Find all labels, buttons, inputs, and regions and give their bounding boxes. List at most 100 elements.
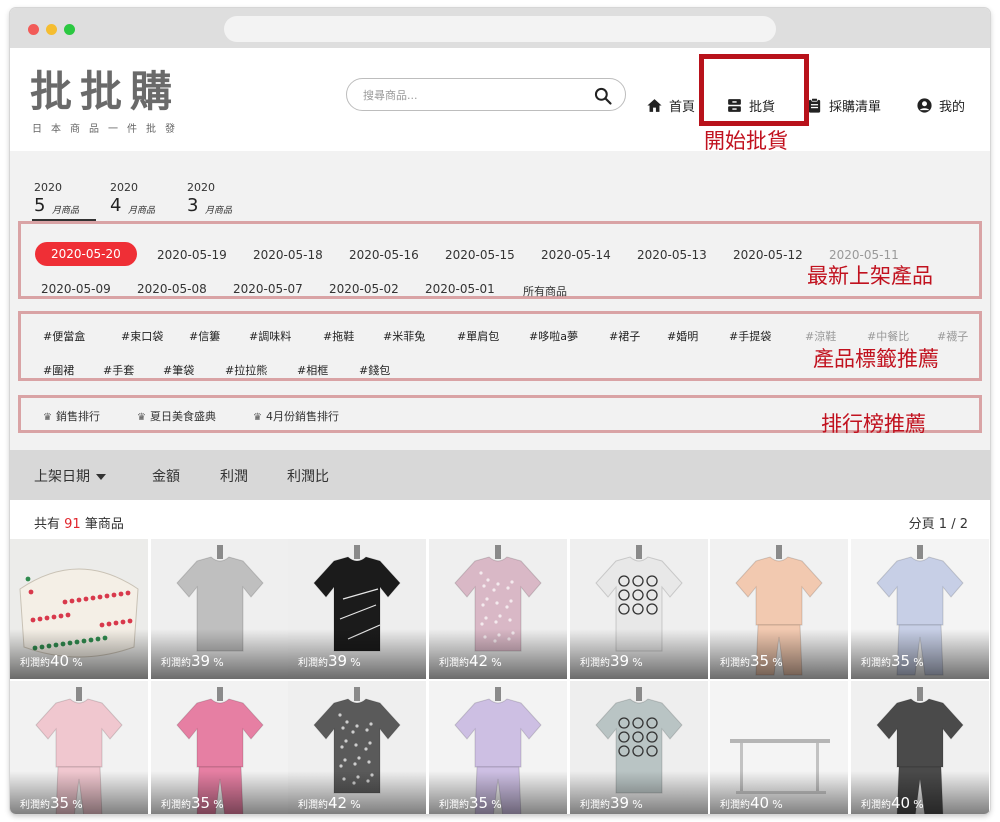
tag-link[interactable]: #襪子 [937, 328, 968, 344]
product-card[interactable]: 利潤約39 % [288, 539, 426, 679]
product-profit-badge: 利潤約35 % [20, 794, 83, 812]
close-window-dot[interactable] [28, 24, 39, 35]
sort-by-amount[interactable]: 金額 [152, 466, 180, 486]
tag-link[interactable]: #圍裙 [43, 362, 74, 378]
tag-link[interactable]: #拉拉熊 [225, 362, 267, 378]
tag-link[interactable]: #涼鞋 [805, 328, 836, 344]
nav-home-label: 首頁 [669, 99, 696, 115]
ranking-link[interactable]: ♛ 夏日美食盛典 [137, 408, 216, 424]
date-chip[interactable]: 2020-05-08 [137, 282, 207, 296]
month-tab-2020-5[interactable]: 2020 5 月商品 [32, 181, 96, 221]
ranking-label: 銷售排行 [55, 410, 100, 423]
crown-icon: ♛ [137, 412, 146, 423]
date-chip[interactable]: 2020-05-14 [541, 248, 611, 262]
ranking-label: 夏日美食盛典 [149, 410, 216, 423]
pagination[interactable]: 分頁 1 / 2 [909, 513, 968, 532]
tag-link[interactable]: #哆啦a夢 [529, 328, 578, 344]
sort-by-date[interactable]: 上架日期 [34, 466, 106, 486]
minimize-window-dot[interactable] [46, 24, 57, 35]
profit-unit: % [350, 656, 361, 669]
product-card[interactable]: 利潤約42 % [429, 539, 567, 679]
date-chip[interactable]: 2020-05-13 [637, 248, 707, 262]
tag-link[interactable]: #相框 [297, 362, 328, 378]
date-chip[interactable]: 2020-05-16 [349, 248, 419, 262]
profit-value: 40 [891, 794, 911, 812]
date-chip[interactable]: 2020-05-12 [733, 248, 803, 262]
date-chip[interactable]: 2020-05-07 [233, 282, 303, 296]
tag-link[interactable]: #婚明 [667, 328, 698, 344]
profit-label: 利潤約 [580, 800, 610, 811]
product-card[interactable]: 利潤約40 % [710, 681, 848, 814]
product-profit-badge: 利潤約39 % [161, 652, 224, 670]
tag-link[interactable]: #單肩包 [457, 328, 499, 344]
tag-link[interactable]: #裙子 [609, 328, 640, 344]
profit-label: 利潤約 [20, 800, 50, 811]
nav-purchase-list[interactable]: 採購清單 [806, 94, 881, 116]
tag-link[interactable]: #米菲兔 [383, 328, 425, 344]
date-chip[interactable]: 2020-05-01 [425, 282, 495, 296]
tag-link[interactable]: #筆袋 [163, 362, 194, 378]
result-count-prefix: 共有 [34, 517, 61, 532]
product-card[interactable]: 利潤約40 % [851, 681, 989, 814]
sort-by-profit[interactable]: 利潤 [220, 466, 248, 486]
tag-link[interactable]: #手套 [103, 362, 134, 378]
date-chip[interactable]: 2020-05-18 [253, 248, 323, 262]
month-tab-2020-4[interactable]: 2020 4 月商品 [108, 181, 172, 221]
site-header: 批批購 日本商品一件批發 首頁 批貨 採購清單 我的 開始批貨 [10, 48, 990, 153]
month-number: 5 [34, 195, 46, 216]
sort-by-profit-ratio[interactable]: 利潤比 [287, 466, 329, 486]
month-tab-2020-3[interactable]: 2020 3 月商品 [185, 181, 249, 221]
product-card[interactable]: 利潤約39 % [570, 681, 708, 814]
search-icon[interactable] [593, 86, 613, 106]
product-card[interactable]: 利潤約35 % [851, 539, 989, 679]
ranking-link[interactable]: ♛ 銷售排行 [43, 408, 100, 424]
product-card[interactable]: 利潤約35 % [10, 681, 148, 814]
date-chip[interactable]: 2020-05-02 [329, 282, 399, 296]
date-chip-all-products[interactable]: 所有商品 [523, 283, 567, 299]
product-card[interactable]: 利潤約39 % [570, 539, 708, 679]
product-card[interactable]: 利潤約39 % [151, 539, 289, 679]
profit-label: 利潤約 [439, 800, 469, 811]
profit-unit: % [632, 798, 643, 811]
date-chip[interactable]: 2020-05-09 [41, 282, 111, 296]
date-chip[interactable]: 2020-05-15 [445, 248, 515, 262]
date-chip-active[interactable]: 2020-05-20 [35, 242, 137, 266]
tag-link[interactable]: #錢包 [359, 362, 390, 378]
tag-link[interactable]: #拖鞋 [323, 328, 354, 344]
product-card[interactable]: 利潤約35 % [710, 539, 848, 679]
profit-label: 利潤約 [298, 800, 328, 811]
date-chip[interactable]: 2020-05-19 [157, 248, 227, 262]
tag-link[interactable]: #束口袋 [121, 328, 163, 344]
maximize-window-dot[interactable] [64, 24, 75, 35]
ranking-link[interactable]: ♛ 4月份銷售排行 [253, 408, 339, 424]
nav-home[interactable]: 首頁 [646, 94, 695, 116]
product-card[interactable]: 利潤約40 % [10, 539, 148, 679]
address-bar[interactable] [224, 16, 776, 42]
tag-link[interactable]: #調味料 [249, 328, 291, 344]
profit-value: 35 [750, 652, 770, 670]
month-suffix: 月商品 [205, 206, 233, 216]
search-box[interactable] [346, 78, 626, 111]
brand-logo[interactable]: 批批購 [30, 58, 180, 119]
nav-mine[interactable]: 我的 [916, 94, 965, 116]
tag-link[interactable]: #中餐比 [867, 328, 909, 344]
product-card[interactable]: 利潤約35 % [151, 681, 289, 814]
profit-label: 利潤約 [20, 658, 50, 669]
profit-value: 40 [750, 794, 770, 812]
search-input[interactable] [363, 85, 583, 105]
tag-link[interactable]: #便當盒 [43, 328, 85, 344]
latest-products-annotation: 最新上架產品 [807, 264, 933, 288]
product-profit-badge: 利潤約40 % [861, 794, 924, 812]
profit-unit: % [772, 798, 783, 811]
browser-window: 批批購 日本商品一件批發 首頁 批貨 採購清單 我的 開始批貨 [10, 8, 990, 814]
product-card[interactable]: 利潤約42 % [288, 681, 426, 814]
tag-link[interactable]: #手提袋 [729, 328, 771, 344]
profit-value: 35 [469, 794, 489, 812]
profit-unit: % [213, 798, 224, 811]
month-suffix: 月商品 [128, 206, 156, 216]
product-profit-badge: 利潤約39 % [580, 794, 643, 812]
wholesale-highlight-box [699, 54, 809, 126]
tag-link[interactable]: #信簍 [189, 328, 220, 344]
product-card[interactable]: 利潤約35 % [429, 681, 567, 814]
month-number: 4 [110, 195, 122, 216]
